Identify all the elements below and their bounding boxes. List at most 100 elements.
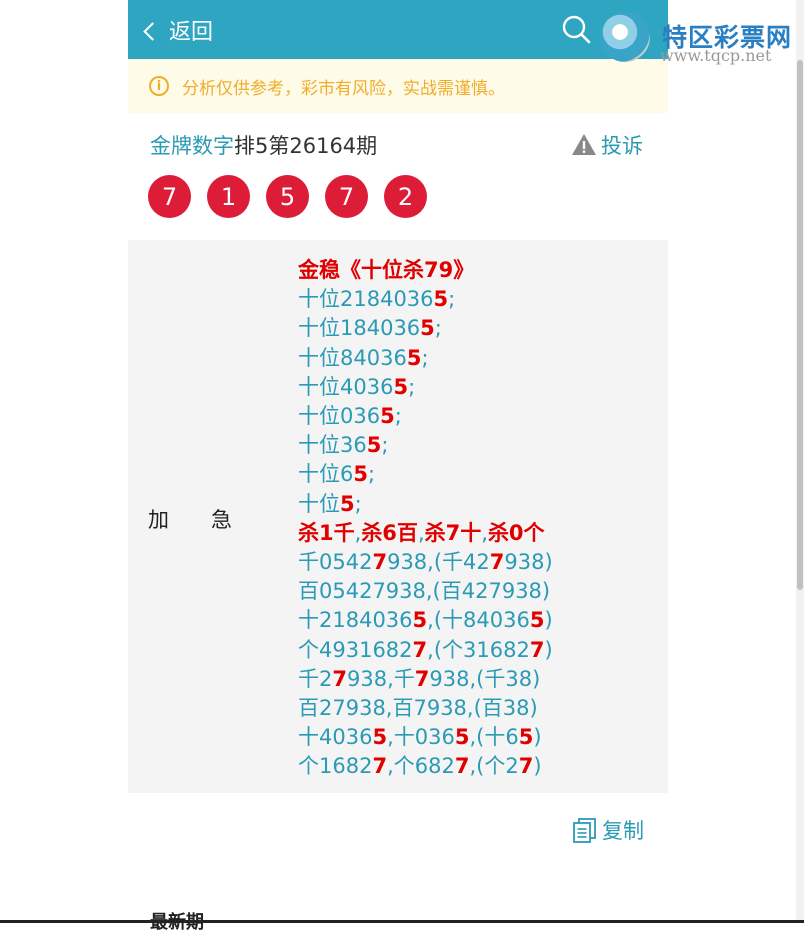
copy-icon — [573, 818, 596, 843]
line-highlight: 5 — [393, 374, 409, 399]
content-row: 十21840365,(十840365) — [298, 606, 553, 635]
line-text: ; — [434, 316, 442, 341]
line-highlight: 5 — [420, 316, 435, 341]
line-text: ; — [408, 374, 416, 399]
line-highlight: 5 — [366, 433, 382, 458]
chevron-left-icon — [143, 21, 162, 41]
row-text: 938,(千38) — [429, 666, 541, 691]
line-text: 十位036 — [298, 404, 381, 429]
line-text: 十位184036 — [298, 316, 421, 341]
line-highlight: 5 — [433, 287, 449, 312]
row-highlight: 7 — [372, 754, 388, 779]
copy-label: 复制 — [602, 819, 644, 843]
number-ball: 1 — [207, 175, 250, 218]
line-highlight: 5 — [380, 404, 395, 429]
row-highlight: 7 — [489, 550, 505, 575]
label-char: 急 — [211, 508, 232, 532]
line-text: ; — [354, 491, 362, 516]
draw-balls: 7 1 5 7 2 — [148, 175, 443, 218]
kill-item: 杀6百 — [361, 520, 418, 545]
row-highlight: 7 — [412, 637, 428, 662]
line-highlight: 5 — [406, 345, 422, 370]
row-text: 十2184036 — [298, 608, 413, 633]
kill-item: 杀7十 — [424, 520, 482, 545]
notice-text: 分析仅供参考，彩市有风险，实战需谨慎。 — [182, 78, 505, 99]
content-line: 十位0365; — [298, 402, 553, 431]
content-line: 十位840365; — [298, 344, 553, 373]
content-row: 个16827,个6827,(个27) — [298, 752, 553, 781]
line-text: 十位84036 — [298, 345, 407, 370]
separator: , — [481, 520, 488, 545]
row-highlight: 5 — [529, 608, 545, 633]
row-text: ,(个2 — [469, 754, 519, 779]
scrollbar[interactable] — [796, 0, 804, 923]
top-header: 返回 — [128, 0, 668, 59]
kill-line: 杀1千,杀6百,杀7十,杀0个 — [298, 519, 553, 548]
number-ball: 2 — [384, 175, 427, 218]
warning-icon — [572, 134, 596, 155]
title-source[interactable]: 金牌数字 — [150, 134, 234, 158]
analysis-content: 金稳《十位杀79》 十位21840365; 十位1840365; 十位84036… — [298, 256, 553, 782]
content-line: 十位365; — [298, 431, 553, 460]
risk-notice: i 分析仅供参考，彩市有风险，实战需谨慎。 — [128, 59, 668, 113]
complain-button[interactable]: 投诉 — [571, 130, 643, 160]
search-icon[interactable] — [561, 14, 591, 44]
row-text: ) — [533, 754, 542, 779]
number-ball: 7 — [325, 175, 368, 218]
content-row: 十40365,十0365,(十65) — [298, 723, 553, 752]
logo-url: www.tqcp.net — [660, 46, 772, 65]
row-text: ,(十84036 — [427, 608, 530, 633]
kill-item: 杀0个 — [487, 520, 545, 545]
row-highlight: 7 — [529, 637, 545, 662]
line-text: 十位36 — [298, 433, 367, 458]
row-text: ) — [544, 608, 553, 633]
scrollbar-thumb[interactable] — [797, 60, 803, 590]
row-text: ,(个31682 — [427, 637, 530, 662]
content-row: 百05427938,(百427938) — [298, 577, 553, 606]
line-text: 十位 — [298, 491, 340, 516]
row-text: 个1682 — [298, 754, 373, 779]
content-line: 十位1840365; — [298, 314, 553, 343]
title-issue: 排5第26164期 — [234, 134, 378, 158]
line-text: ; — [368, 462, 376, 487]
line-text: ; — [421, 345, 429, 370]
line-text: 十位2184036 — [298, 287, 434, 312]
analysis-panel: 加急 金稳《十位杀79》 十位21840365; 十位1840365; 十位84… — [128, 240, 668, 793]
row-text: 个4931682 — [298, 637, 413, 662]
row-text: 938,(千42 — [387, 550, 490, 575]
kill-item: 杀1千 — [298, 520, 355, 545]
site-logo: 特区彩票网 www.tqcp.net — [600, 8, 804, 68]
row-highlight: 7 — [414, 666, 430, 691]
row-text: ,(十6 — [469, 725, 519, 750]
copy-button[interactable]: 复制 — [572, 815, 644, 845]
row-text: ) — [533, 725, 542, 750]
row-highlight: 7 — [372, 550, 388, 575]
row-text: 十4036 — [298, 725, 373, 750]
row-highlight: 5 — [518, 725, 534, 750]
row-highlight: 5 — [412, 608, 428, 633]
page-title: 金牌数字排5第26164期 — [150, 130, 377, 160]
content-row: 千27938,千7938,(千38) — [298, 665, 553, 694]
content-row: 百27938,百7938,(百38) — [298, 694, 553, 723]
content-line: 十位5; — [298, 490, 553, 519]
content-heading: 金稳《十位杀79》 — [298, 258, 475, 282]
row-text: 千2 — [298, 666, 333, 691]
back-button[interactable]: 返回 — [143, 14, 214, 46]
number-ball: 7 — [148, 175, 191, 218]
page: 返回 i 分析仅供参考，彩市有风险，实战需谨慎。 金牌数字排5第26164期 投… — [128, 0, 668, 933]
row-text: 938,千 — [347, 666, 415, 691]
row-highlight: 7 — [454, 754, 470, 779]
row-text: 千0542 — [298, 550, 373, 575]
row-text: ) — [544, 637, 553, 662]
separator: , — [417, 520, 425, 545]
back-label: 返回 — [169, 20, 214, 45]
content-row: 个49316827,(个316827) — [298, 636, 553, 665]
row-text: 百27938,百7938,(百38) — [298, 696, 538, 721]
line-highlight: 5 — [353, 462, 368, 487]
row-text: 百05427938,(百427938) — [298, 579, 551, 604]
line-text: ; — [448, 287, 456, 312]
row-highlight: 5 — [454, 725, 470, 750]
row-highlight: 7 — [332, 666, 347, 691]
complain-label: 投诉 — [601, 134, 643, 158]
row-text: 938) — [504, 550, 553, 575]
